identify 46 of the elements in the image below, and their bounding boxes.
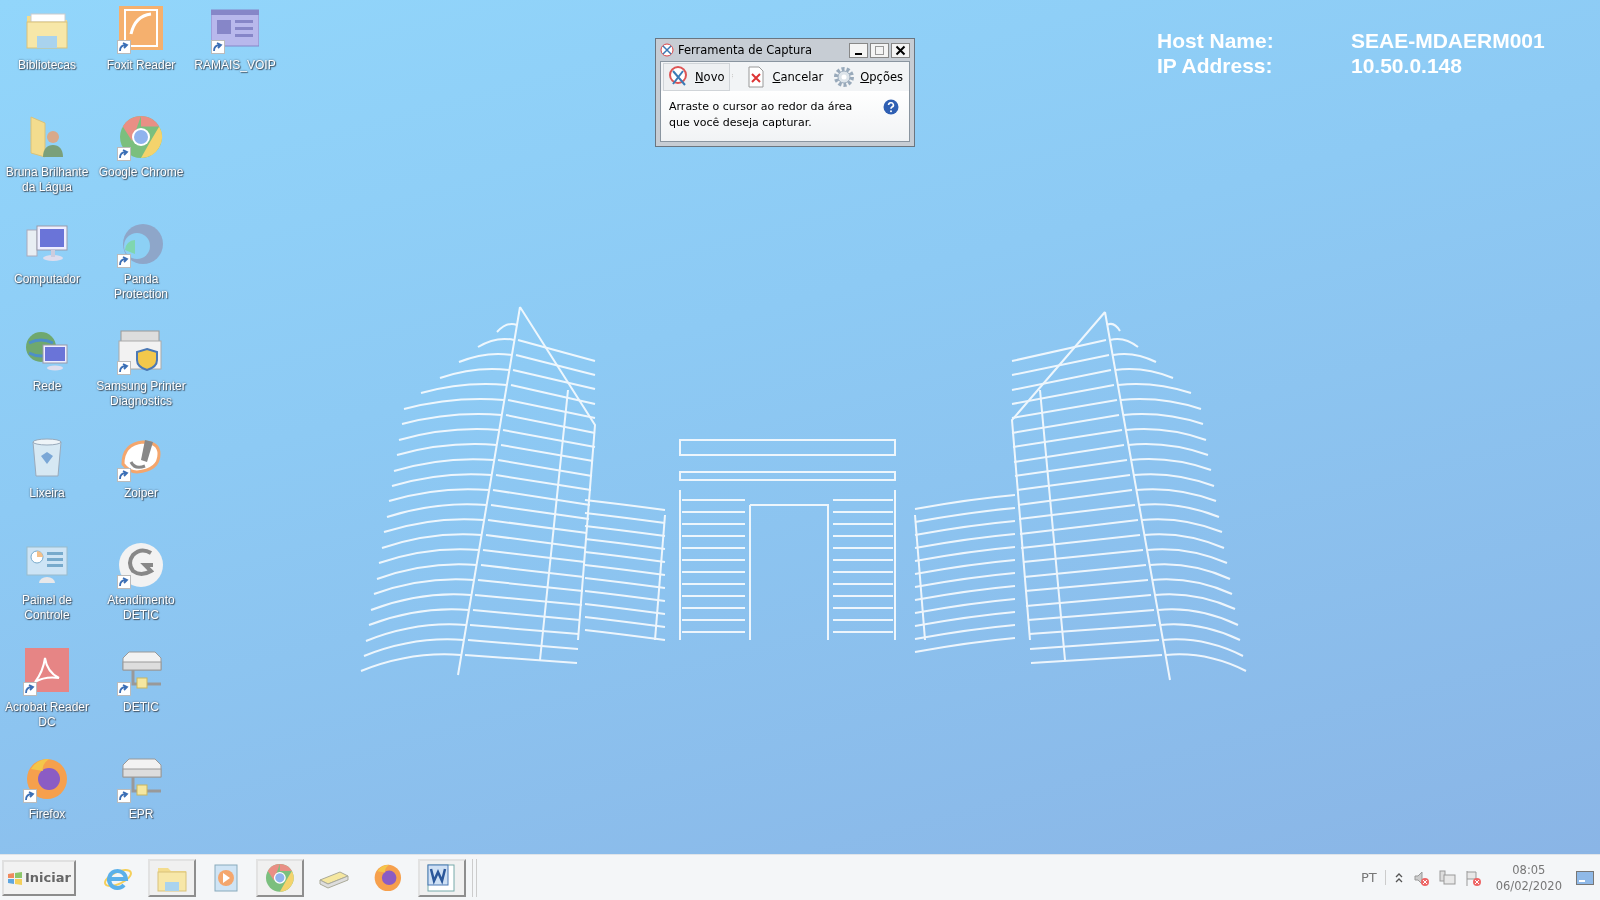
desktop-icon-label[interactable]: DETIC — [123, 700, 159, 715]
desktop-icon-label[interactable]: EPR — [128, 807, 154, 822]
help-icon[interactable] — [883, 99, 899, 115]
desktop-icon-label[interactable]: Panda Protection — [96, 272, 186, 302]
gear-icon — [833, 65, 856, 88]
desktop-icon-label[interactable]: Zoiper — [124, 486, 158, 501]
toolbar-button[interactable]: Opções — [829, 63, 907, 90]
chrome-logo-icon — [263, 861, 296, 894]
desktop-icon-label[interactable]: Firefox — [28, 807, 66, 822]
window-title: Ferramenta de Captura — [678, 43, 814, 57]
word-document-icon — [425, 861, 458, 894]
clock-time[interactable]: 08:05 — [1512, 861, 1546, 878]
desktop-icon-label[interactable]: Acrobat Reader DC — [2, 700, 92, 730]
minimize-icon[interactable] — [849, 42, 868, 58]
info-value: 10.50.0.148 — [1351, 54, 1463, 78]
info-label: IP Address: — [1157, 54, 1274, 78]
toolbar-button[interactable]: Cancelar — [741, 63, 828, 90]
toolbar-button[interactable]: Novo — [663, 62, 730, 91]
taskbar-app-button[interactable] — [147, 858, 196, 897]
flag-alert-icon[interactable] — [1463, 868, 1482, 887]
windows-logo-icon — [7, 870, 23, 885]
desktop-icon-label[interactable]: Lixeira — [29, 486, 65, 501]
language-indicator[interactable]: PT — [1360, 870, 1386, 885]
chevron-up-icon[interactable] — [1393, 871, 1404, 884]
taskbar-app-button[interactable] — [417, 858, 466, 897]
info-label: Host Name: — [1157, 29, 1275, 53]
desktop-icon-label[interactable]: Atendimento DETIC — [96, 593, 186, 623]
desktop-icon-label[interactable]: Computador — [13, 272, 80, 287]
swirl-logo-icon[interactable] — [117, 541, 165, 589]
desktop-icon-label[interactable]: RAMAIS_VOIP — [194, 58, 276, 73]
desktop-icon-label[interactable]: Rede — [32, 379, 62, 394]
desktop-icon-label[interactable]: Samsung Printer Diagnostics — [96, 379, 186, 409]
chrome-logo-icon[interactable] — [117, 113, 165, 161]
close-icon[interactable] — [891, 42, 910, 58]
desktop-icon-label[interactable]: Bruna Brilhante da Lágua — [2, 165, 92, 195]
desktop-icon-label[interactable]: Google Chrome — [98, 165, 184, 180]
instruction-text: Arraste o cursor ao redor da área que você deseja capturar. — [669, 99, 854, 131]
desktop-icon-label[interactable]: Bibliotecas — [18, 58, 76, 73]
start-button[interactable]: Iniciar — [2, 859, 76, 896]
network-icon[interactable] — [1437, 868, 1456, 887]
info-value: SEAE-MDAERM001 — [1351, 29, 1545, 53]
desktop-icon-label[interactable]: Painel de Controle — [2, 593, 92, 623]
show-desktop-icon[interactable] — [1576, 870, 1594, 885]
taskbar-app-button[interactable] — [255, 858, 304, 897]
clock-date[interactable]: 06/02/2020 — [1495, 877, 1562, 894]
desktop-icon-label[interactable]: Foxit Reader — [106, 58, 176, 73]
